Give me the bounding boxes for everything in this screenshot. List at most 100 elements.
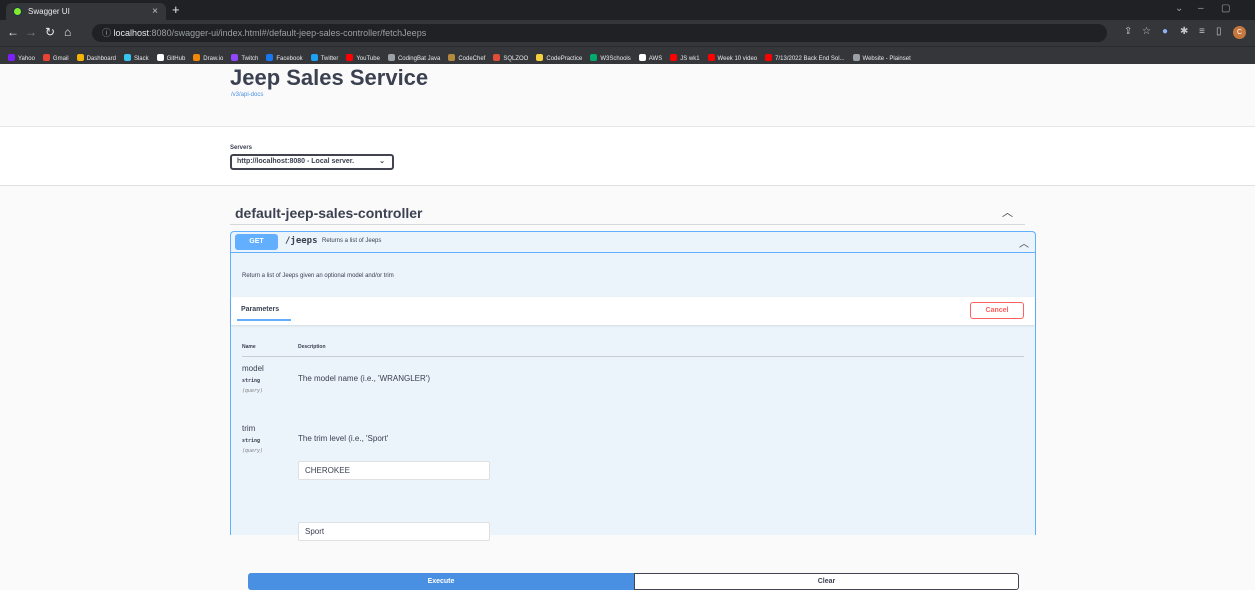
bookmark-favicon-icon [231,54,239,61]
parameters-header: Parameters Cancel [231,297,1035,325]
bookmark-favicon-icon [76,54,84,61]
column-header-name: Name [242,344,256,350]
bookmark-item[interactable]: Facebook [266,51,303,64]
api-docs-link[interactable]: /v3/api-docs [231,92,263,98]
bookmark-favicon-icon [670,54,678,61]
bookmark-item[interactable]: Draw.io [193,51,223,64]
bookmark-favicon-icon [156,54,164,61]
bookmark-label: GitHub [166,56,186,62]
bookmark-item[interactable]: W3Schools [590,51,631,64]
bookmark-item[interactable]: CodePractice [536,51,582,64]
bookmark-label: CodingBat Java [397,56,441,62]
bookmark-label: Week 10 video [717,56,758,62]
home-icon[interactable]: ⌂ [64,25,71,39]
chevron-down-icon[interactable]: ⌄ [1175,3,1183,14]
model-input[interactable]: CHEROKEE [298,461,490,480]
bookmark-label: Twitch [241,56,259,62]
bookmark-favicon-icon [590,54,598,61]
bookmark-item[interactable]: Twitch [231,51,258,64]
url-input[interactable]: ⓘ localhost:8080/swagger-ui/index.html#/… [92,24,1107,42]
browser-tab-bar: Swagger UI × + ⌄ – ▢ [0,0,1255,20]
chevron-up-icon[interactable]: ︿ [1002,204,1013,220]
param-in-trim: (query) [242,448,264,454]
tab-parameters[interactable]: Parameters [241,306,279,313]
bookmark-item[interactable]: Twitter [310,51,338,64]
tag-title: default-jeep-sales-controller [235,205,423,221]
bookmark-item[interactable]: Website - Plainset [852,51,911,64]
cancel-button[interactable]: Cancel [970,302,1024,319]
column-header-description: Description [298,344,326,350]
bookmark-item[interactable]: Week 10 video [707,51,758,64]
get-operation-block: GET /jeeps Returns a list of Jeeps ︿ Ret… [230,231,1036,590]
bookmark-item[interactable]: 7/13/2022 Back End Sol... [765,51,845,64]
share-icon[interactable]: ⇪ [1124,26,1132,37]
minimize-icon[interactable]: – [1198,3,1204,14]
bookmark-favicon-icon [42,54,50,61]
side-panel-icon[interactable]: ▯ [1216,26,1222,37]
param-description-trim: The trim level (i.e., 'Sport' [298,434,389,443]
bookmark-item[interactable]: AWS [638,51,662,64]
close-tab-icon[interactable]: × [152,3,158,20]
bookmark-favicon-icon [448,54,456,61]
bookmark-label: CodeChef [458,56,486,62]
bookmark-item[interactable]: JS wk1 [670,51,700,64]
bookmark-label: SQLZOO [503,56,529,62]
puzzle-icon[interactable]: ✱ [1180,26,1188,37]
trim-input[interactable]: Sport [298,522,490,541]
bookmark-label: Website - Plainset [862,56,911,62]
maximize-icon[interactable]: ▢ [1221,3,1230,14]
execute-button[interactable]: Execute [248,573,634,590]
site-info-icon[interactable]: ⓘ [102,28,114,38]
clear-button[interactable]: Clear [634,573,1019,590]
reload-icon[interactable]: ↻ [45,25,55,39]
bookmark-favicon-icon [310,54,318,61]
address-bar: ← → ↻ ⌂ ⓘ localhost:8080/swagger-ui/inde… [0,20,1255,46]
bookmark-label: JS wk1 [680,56,700,62]
bookmark-item[interactable]: CodingBat Java [387,51,441,64]
bookmark-label: 7/13/2022 Back End Sol... [775,56,845,62]
browser-tab[interactable]: Swagger UI × [6,3,166,20]
reading-list-icon[interactable]: ≡ [1199,26,1205,37]
bookmark-item[interactable]: YouTube [346,51,380,64]
param-description-model: The model name (i.e., 'WRANGLER') [298,374,430,383]
bookmark-label: Slack [133,56,149,62]
info-section: Jeep Sales Service /v3/api-docs [0,64,1255,126]
page-title: Jeep Sales Service [230,65,429,90]
bookmark-favicon-icon [8,54,15,61]
bookmark-favicon-icon [765,54,773,61]
star-icon[interactable]: ☆ [1142,26,1151,37]
operation-summary[interactable]: GET /jeeps Returns a list of Jeeps ︿ [231,232,1035,253]
param-type-trim: string [242,438,261,444]
bookmark-item[interactable]: Slack [123,51,149,64]
bookmark-item[interactable]: SQLZOO [493,51,528,64]
bookmark-item[interactable]: GitHub [156,51,186,64]
bookmark-favicon-icon [707,54,715,61]
back-icon[interactable]: ← [7,25,19,39]
bookmark-label: Gmail [52,56,69,62]
profile-avatar[interactable]: C [1233,26,1246,39]
new-tab-icon[interactable]: + [172,2,180,17]
bookmark-item[interactable]: CodeChef [448,51,485,64]
bookmark-item[interactable]: Yahoo [8,51,35,64]
servers-selected-value: http://localhost:8080 - Local server. [237,158,355,165]
bookmarks-bar: Yahoo Gmail Dashboard Slack GitHub Draw.io Twi… [0,46,1255,64]
tab-title: Swagger UI [28,7,70,16]
bookmark-item[interactable]: Dashboard [76,51,116,64]
param-name-model: model [242,364,264,373]
divider [242,356,1024,357]
bookmark-label: W3Schools [600,56,631,62]
bookmark-label: Facebook [276,56,303,62]
swagger-page: Jeep Sales Service /v3/api-docs Servers … [0,64,1255,590]
bookmark-favicon-icon [193,54,201,61]
bookmark-label: Draw.io [203,56,224,62]
bookmark-item[interactable]: Gmail [42,51,69,64]
servers-select[interactable]: http://localhost:8080 - Local server. ⌄ [230,154,394,170]
bookmark-favicon-icon [536,54,544,61]
bookmark-favicon-icon [346,54,354,61]
chevron-up-icon[interactable]: ︿ [1019,235,1029,250]
extension-icon[interactable]: ● [1162,26,1168,37]
operation-summary-text: Returns a list of Jeeps [322,238,382,244]
forward-icon[interactable]: → [25,25,37,39]
param-in-model: (query) [242,388,264,394]
tag-header[interactable]: default-jeep-sales-controller ︿ [230,201,1025,225]
